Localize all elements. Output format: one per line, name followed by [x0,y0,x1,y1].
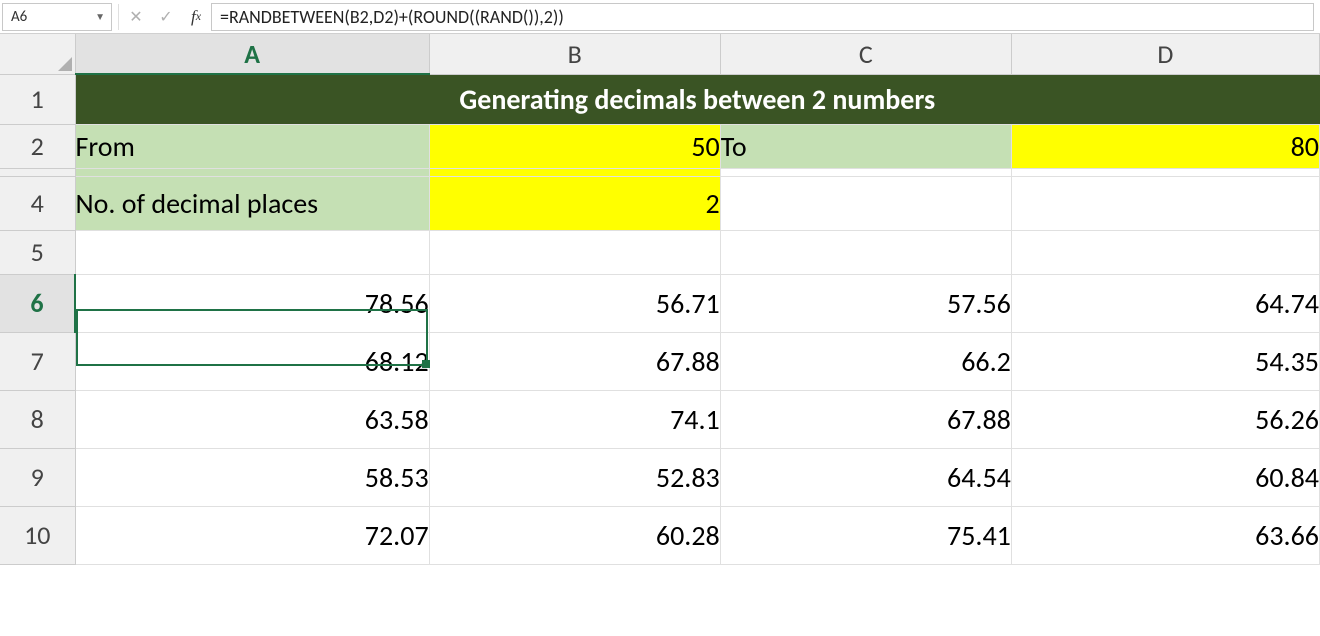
spreadsheet-grid: A B C D 1 Generating decimals between 2 … [0,34,1320,565]
cell-A2[interactable]: From [75,124,429,168]
cell-D10[interactable]: 63.66 [1011,506,1319,564]
row-head-7[interactable]: 7 [0,332,75,390]
cell-C10[interactable]: 75.41 [720,506,1011,564]
cell-A8[interactable]: 63.58 [75,390,429,448]
row-head-10[interactable]: 10 [0,506,75,564]
cell-C8[interactable]: 67.88 [720,390,1011,448]
dropdown-icon[interactable]: ▼ [95,10,105,23]
cell-C2[interactable]: To [720,124,1011,168]
row-4: 4 No. of decimal places 2 [0,176,1320,230]
cell-B3[interactable] [429,168,720,176]
cell-A4[interactable]: No. of decimal places [75,176,429,230]
row-head-4[interactable]: 4 [0,176,75,230]
select-all-corner[interactable] [0,34,75,74]
row-3-hidden [0,168,1320,176]
column-header-row: A B C D [0,34,1320,74]
col-head-A[interactable]: A [75,34,429,74]
cell-C4[interactable] [720,176,1011,230]
row-head-2[interactable]: 2 [0,124,75,168]
col-head-D[interactable]: D [1011,34,1319,74]
row-5: 5 [0,230,1320,274]
grid-table: A B C D 1 Generating decimals between 2 … [0,34,1320,565]
row-head-9[interactable]: 9 [0,448,75,506]
cell-D4[interactable] [1011,176,1319,230]
formula-bar: A6 ▼ ✕ ✓ fx =RANDBETWEEN(B2,D2)+(ROUND((… [0,0,1320,34]
cell-C6[interactable]: 57.56 [720,274,1011,332]
cell-C5[interactable] [720,230,1011,274]
row-7: 7 68.12 67.88 66.2 54.35 [0,332,1320,390]
cell-D3[interactable] [1011,168,1319,176]
cell-D2[interactable]: 80 [1011,124,1319,168]
cell-A3[interactable] [75,168,429,176]
enter-icon[interactable]: ✓ [151,3,181,31]
cell-C7[interactable]: 66.2 [720,332,1011,390]
col-head-C[interactable]: C [720,34,1011,74]
cell-B8[interactable]: 74.1 [429,390,720,448]
cell-D6[interactable]: 64.74 [1011,274,1319,332]
row-head-5[interactable]: 5 [0,230,75,274]
fx-icon[interactable]: fx [181,3,211,31]
row-head-1[interactable]: 1 [0,74,75,124]
name-box[interactable]: A6 ▼ [2,3,112,31]
name-box-value: A6 [11,8,27,26]
cell-A7[interactable]: 68.12 [75,332,429,390]
cell-B2[interactable]: 50 [429,124,720,168]
row-head-6[interactable]: 6 [0,274,75,332]
cell-D5[interactable] [1011,230,1319,274]
cell-A6[interactable]: 78.56 [75,274,429,332]
cell-B7[interactable]: 67.88 [429,332,720,390]
cell-C9[interactable]: 64.54 [720,448,1011,506]
cell-D8[interactable]: 56.26 [1011,390,1319,448]
cell-B10[interactable]: 60.28 [429,506,720,564]
cell-B9[interactable]: 52.83 [429,448,720,506]
cell-A10[interactable]: 72.07 [75,506,429,564]
cell-B4[interactable]: 2 [429,176,720,230]
formula-input[interactable]: =RANDBETWEEN(B2,D2)+(ROUND((RAND()),2)) [211,3,1314,31]
cell-D7[interactable]: 54.35 [1011,332,1319,390]
row-1: 1 Generating decimals between 2 numbers [0,74,1320,124]
formula-text: =RANDBETWEEN(B2,D2)+(ROUND((RAND()),2)) [220,6,564,28]
row-2: 2 From 50 To 80 [0,124,1320,168]
col-head-B[interactable]: B [429,34,720,74]
separator [118,4,119,30]
row-8: 8 63.58 74.1 67.88 56.26 [0,390,1320,448]
cell-A5[interactable] [75,230,429,274]
title-text: Generating decimals between 2 numbers [76,82,1319,117]
cell-B6[interactable]: 56.71 [429,274,720,332]
cell-A9[interactable]: 58.53 [75,448,429,506]
cell-D9[interactable]: 60.84 [1011,448,1319,506]
row-head-8[interactable]: 8 [0,390,75,448]
row-head-3[interactable] [0,168,75,176]
cell-B5[interactable] [429,230,720,274]
row-6: 6 78.56 56.71 57.56 64.74 [0,274,1320,332]
row-9: 9 58.53 52.83 64.54 60.84 [0,448,1320,506]
cell-C3[interactable] [720,168,1011,176]
title-cell[interactable]: Generating decimals between 2 numbers [75,74,1319,124]
cancel-icon[interactable]: ✕ [121,3,151,31]
row-10: 10 72.07 60.28 75.41 63.66 [0,506,1320,564]
